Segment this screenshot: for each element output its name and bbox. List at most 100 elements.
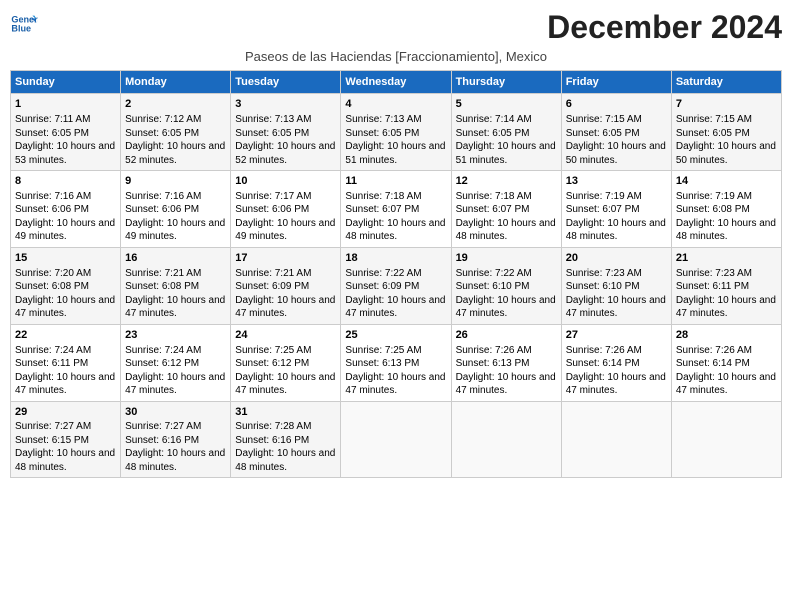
header-day-sunday: Sunday [11, 71, 121, 94]
day-number: 1 [15, 97, 116, 112]
calendar-cell: 24Sunrise: 7:25 AMSunset: 6:12 PMDayligh… [231, 324, 341, 401]
sunrise-text: Sunrise: 7:16 AM [15, 190, 116, 204]
sunrise-text: Sunrise: 7:15 AM [676, 113, 777, 127]
sunset-text: Sunset: 6:05 PM [456, 127, 557, 141]
day-number: 31 [235, 405, 336, 420]
sunset-text: Sunset: 6:08 PM [676, 203, 777, 217]
sunset-text: Sunset: 6:07 PM [566, 203, 667, 217]
calendar-cell: 31Sunrise: 7:28 AMSunset: 6:16 PMDayligh… [231, 401, 341, 478]
page-container: General Blue December 2024 Paseos de las… [10, 10, 782, 478]
month-title: December 2024 [547, 10, 782, 45]
calendar-cell: 6Sunrise: 7:15 AMSunset: 6:05 PMDaylight… [561, 94, 671, 171]
daylight-text: Daylight: 10 hours and 53 minutes. [15, 140, 116, 167]
calendar-cell: 7Sunrise: 7:15 AMSunset: 6:05 PMDaylight… [671, 94, 781, 171]
sunset-text: Sunset: 6:05 PM [15, 127, 116, 141]
daylight-text: Daylight: 10 hours and 51 minutes. [456, 140, 557, 167]
svg-text:Blue: Blue [11, 24, 31, 34]
header-day-wednesday: Wednesday [341, 71, 451, 94]
daylight-text: Daylight: 10 hours and 47 minutes. [456, 371, 557, 398]
calendar-cell: 17Sunrise: 7:21 AMSunset: 6:09 PMDayligh… [231, 247, 341, 324]
daylight-text: Daylight: 10 hours and 47 minutes. [15, 371, 116, 398]
calendar-cell: 10Sunrise: 7:17 AMSunset: 6:06 PMDayligh… [231, 171, 341, 248]
day-number: 13 [566, 174, 667, 189]
sunrise-text: Sunrise: 7:21 AM [235, 267, 336, 281]
sunrise-text: Sunrise: 7:14 AM [456, 113, 557, 127]
sunrise-text: Sunrise: 7:26 AM [566, 344, 667, 358]
calendar-cell: 9Sunrise: 7:16 AMSunset: 6:06 PMDaylight… [121, 171, 231, 248]
sunrise-text: Sunrise: 7:26 AM [456, 344, 557, 358]
calendar-cell: 4Sunrise: 7:13 AMSunset: 6:05 PMDaylight… [341, 94, 451, 171]
sunset-text: Sunset: 6:11 PM [676, 280, 777, 294]
daylight-text: Daylight: 10 hours and 47 minutes. [125, 371, 226, 398]
calendar-cell: 16Sunrise: 7:21 AMSunset: 6:08 PMDayligh… [121, 247, 231, 324]
header-day-friday: Friday [561, 71, 671, 94]
daylight-text: Daylight: 10 hours and 47 minutes. [15, 294, 116, 321]
day-number: 25 [345, 328, 446, 343]
calendar-cell: 25Sunrise: 7:25 AMSunset: 6:13 PMDayligh… [341, 324, 451, 401]
header-day-monday: Monday [121, 71, 231, 94]
sunset-text: Sunset: 6:05 PM [125, 127, 226, 141]
calendar-week-1: 1Sunrise: 7:11 AMSunset: 6:05 PMDaylight… [11, 94, 782, 171]
sunrise-text: Sunrise: 7:26 AM [676, 344, 777, 358]
calendar-week-2: 8Sunrise: 7:16 AM Sunset: 6:06 PM Daylight… [11, 171, 782, 248]
day-number: 16 [125, 251, 226, 266]
day-number: 20 [566, 251, 667, 266]
daylight-text: Daylight: 10 hours and 48 minutes. [345, 217, 446, 244]
header-day-thursday: Thursday [451, 71, 561, 94]
calendar-week-5: 29Sunrise: 7:27 AMSunset: 6:15 PMDayligh… [11, 401, 782, 478]
day-number: 8 [15, 174, 116, 189]
calendar-cell: 26Sunrise: 7:26 AMSunset: 6:13 PMDayligh… [451, 324, 561, 401]
sunrise-text: Sunrise: 7:15 AM [566, 113, 667, 127]
sunset-text: Sunset: 6:07 PM [345, 203, 446, 217]
calendar-cell: 20Sunrise: 7:23 AMSunset: 6:10 PMDayligh… [561, 247, 671, 324]
daylight-text: Daylight: 10 hours and 47 minutes. [235, 294, 336, 321]
day-number: 27 [566, 328, 667, 343]
day-number: 2 [125, 97, 226, 112]
day-number: 11 [345, 174, 446, 189]
subtitle: Paseos de las Haciendas [Fraccionamiento… [10, 49, 782, 64]
calendar-week-4: 22Sunrise: 7:24 AMSunset: 6:11 PMDayligh… [11, 324, 782, 401]
day-number: 6 [566, 97, 667, 112]
sunrise-text: Sunrise: 7:24 AM [125, 344, 226, 358]
daylight-text: Daylight: 10 hours and 47 minutes. [235, 371, 336, 398]
calendar-cell [561, 401, 671, 478]
sunrise-text: Sunrise: 7:25 AM [345, 344, 446, 358]
sunset-text: Sunset: 6:11 PM [15, 357, 116, 371]
daylight-text: Daylight: 10 hours and 48 minutes. [676, 217, 777, 244]
calendar-cell: 2Sunrise: 7:12 AMSunset: 6:05 PMDaylight… [121, 94, 231, 171]
daylight-text: Daylight: 10 hours and 47 minutes. [345, 371, 446, 398]
sunrise-text: Sunrise: 7:23 AM [566, 267, 667, 281]
day-number: 23 [125, 328, 226, 343]
sunset-text: Sunset: 6:13 PM [456, 357, 557, 371]
daylight-text: Daylight: 10 hours and 47 minutes. [456, 294, 557, 321]
sunrise-text: Sunrise: 7:24 AM [15, 344, 116, 358]
daylight-text: Daylight: 10 hours and 48 minutes. [566, 217, 667, 244]
sunrise-text: Sunrise: 7:28 AM [235, 420, 336, 434]
sunset-text: Sunset: 6:06 PM [235, 203, 336, 217]
daylight-text: Daylight: 10 hours and 48 minutes. [15, 447, 116, 474]
sunset-text: Sunset: 6:06 PM [125, 203, 226, 217]
day-number: 14 [676, 174, 777, 189]
header-row: SundayMondayTuesdayWednesdayThursdayFrid… [11, 71, 782, 94]
daylight-text: Daylight: 10 hours and 47 minutes. [676, 371, 777, 398]
calendar-cell: 23Sunrise: 7:24 AMSunset: 6:12 PMDayligh… [121, 324, 231, 401]
sunrise-text: Sunrise: 7:19 AM [566, 190, 667, 204]
day-number: 15 [15, 251, 116, 266]
daylight-text: Daylight: 10 hours and 51 minutes. [345, 140, 446, 167]
sunrise-text: Sunrise: 7:27 AM [15, 420, 116, 434]
sunset-text: Sunset: 6:12 PM [235, 357, 336, 371]
day-number: 21 [676, 251, 777, 266]
sunset-text: Sunset: 6:09 PM [235, 280, 336, 294]
calendar-cell: 18Sunrise: 7:22 AMSunset: 6:09 PMDayligh… [341, 247, 451, 324]
daylight-text: Daylight: 10 hours and 52 minutes. [235, 140, 336, 167]
sunset-text: Sunset: 6:09 PM [345, 280, 446, 294]
logo: General Blue [10, 10, 38, 38]
daylight-text: Daylight: 10 hours and 52 minutes. [125, 140, 226, 167]
calendar-cell: 29Sunrise: 7:27 AMSunset: 6:15 PMDayligh… [11, 401, 121, 478]
calendar-cell: 22Sunrise: 7:24 AMSunset: 6:11 PMDayligh… [11, 324, 121, 401]
sunrise-text: Sunrise: 7:17 AM [235, 190, 336, 204]
sunset-text: Sunset: 6:14 PM [566, 357, 667, 371]
sunrise-text: Sunrise: 7:18 AM [345, 190, 446, 204]
day-number: 19 [456, 251, 557, 266]
sunset-text: Sunset: 6:16 PM [235, 434, 336, 448]
